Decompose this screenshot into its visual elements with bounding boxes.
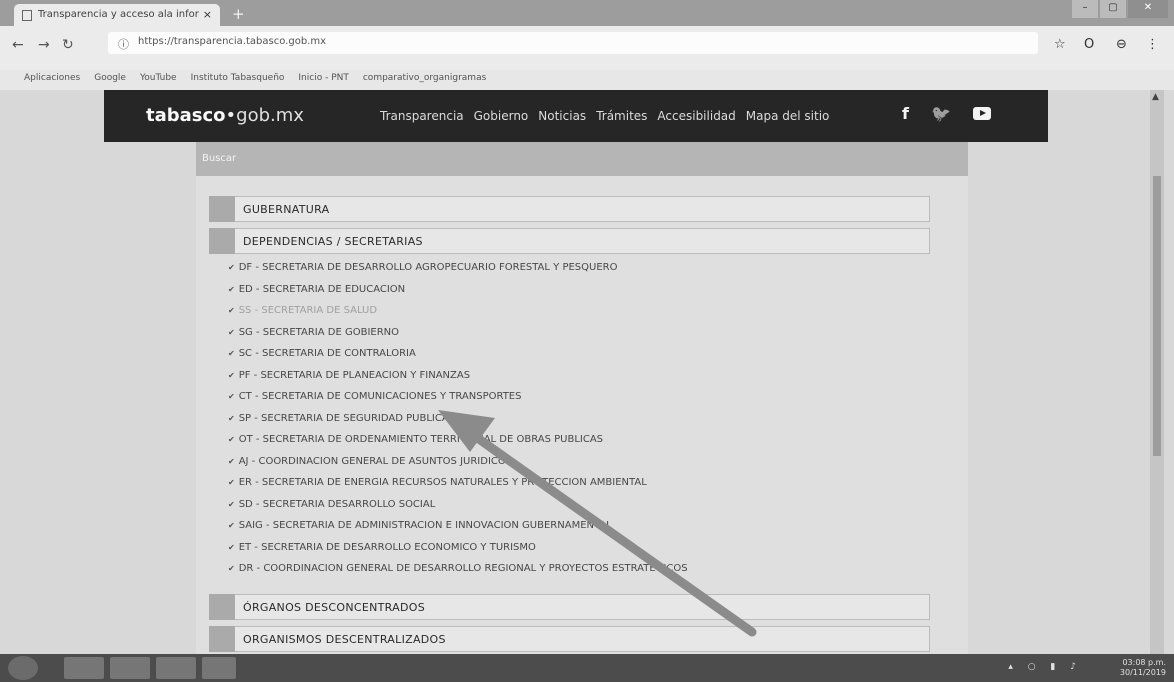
app-icon[interactable] [202, 657, 236, 679]
bookmark-item[interactable]: Aplicaciones [24, 73, 80, 90]
section-square-icon [209, 196, 235, 222]
bookmark-item[interactable]: Instituto Tabasqueño [191, 73, 285, 90]
system-tray-icons[interactable]: ▴ ○ ▮ ♪ [1008, 662, 1082, 672]
section-square-icon [209, 626, 235, 652]
list-item[interactable]: ED - SECRETARIA DE EDUCACION [228, 284, 688, 306]
section-label: GUBERNATURA [243, 203, 330, 216]
section-gubernatura[interactable]: GUBERNATURA [209, 196, 930, 222]
section-square-icon [209, 594, 235, 620]
minimize-icon[interactable]: – [1072, 0, 1098, 18]
list-item[interactable]: OT - SECRETARIA DE ORDENAMIENTO TERRITOR… [228, 434, 688, 456]
maximize-icon[interactable]: ▢ [1100, 0, 1126, 18]
menu-kebab-icon[interactable]: ⋮ [1146, 37, 1159, 52]
section-organos-desconcentrados[interactable]: ÓRGANOS DESCONCENTRADOS [209, 594, 930, 620]
file-explorer-icon[interactable] [64, 657, 104, 679]
section-label: ÓRGANOS DESCONCENTRADOS [243, 601, 425, 614]
page-viewport: tabasco•gob.mx Transparencia Gobierno No… [0, 90, 1174, 654]
logo-light-text: gob.mx [236, 105, 304, 126]
social-links: f 🐦 [902, 104, 991, 123]
list-item[interactable]: DR - COORDINACION GENERAL DE DESARROLLO … [228, 563, 688, 585]
browser-tab[interactable]: Transparencia y acceso ala infor × [14, 4, 220, 26]
window-controls: – ▢ ✕ [1072, 0, 1168, 18]
opera-extension-icon[interactable]: O [1084, 37, 1094, 52]
bookmark-item[interactable]: Google [94, 73, 126, 90]
clock-time: 03:08 p.m. [1122, 658, 1166, 667]
nav-accesibilidad[interactable]: Accesibilidad [657, 109, 735, 123]
address-bar[interactable]: ⓘ https://transparencia.tabasco.gob.mx [108, 32, 1038, 54]
taskbar: ▴ ○ ▮ ♪ 03:08 p.m. 30/11/2019 [0, 654, 1174, 682]
url-text: https://transparencia.tabasco.gob.mx [138, 36, 326, 47]
list-item[interactable]: SG - SECRETARIA DE GOBIERNO [228, 327, 688, 349]
scrollbar-thumb[interactable] [1153, 176, 1161, 456]
section-dependencias[interactable]: DEPENDENCIAS / SECRETARIAS [209, 228, 930, 254]
nav-gobierno[interactable]: Gobierno [474, 109, 529, 123]
logo-bold-text: tabasco [146, 105, 226, 126]
youtube-icon[interactable] [972, 107, 991, 120]
back-arrow-icon[interactable]: ← [12, 37, 24, 53]
chrome-icon[interactable] [110, 657, 150, 679]
forward-arrow-icon[interactable]: → [38, 37, 50, 53]
bookmark-item[interactable]: Inicio - PNT [298, 73, 348, 90]
bookmark-item[interactable]: YouTube [140, 73, 177, 90]
page-icon [22, 10, 32, 21]
browser-toolbar: ← → ↻ ⓘ https://transparencia.tabasco.go… [0, 26, 1174, 90]
nav-transparencia[interactable]: Transparencia [380, 109, 464, 123]
list-item[interactable]: PF - SECRETARIA DE PLANEACION Y FINANZAS [228, 370, 688, 392]
facebook-icon[interactable]: f [902, 104, 909, 123]
nav-noticias[interactable]: Noticias [538, 109, 586, 123]
list-item[interactable]: SP - SECRETARIA DE SEGURIDAD PUBLICA [228, 413, 688, 435]
site-logo[interactable]: tabasco•gob.mx [146, 105, 304, 126]
star-bookmark-icon[interactable]: ☆ [1054, 37, 1066, 52]
site-header: tabasco•gob.mx Transparencia Gobierno No… [104, 90, 1048, 142]
nav-mapa-del-sitio[interactable]: Mapa del sitio [746, 109, 830, 123]
list-item[interactable]: ET - SECRETARIA DE DESARROLLO ECONOMICO … [228, 542, 688, 564]
word-icon[interactable] [156, 657, 196, 679]
list-item[interactable]: DF - SECRETARIA DE DESARROLLO AGROPECUAR… [228, 262, 688, 284]
page-scrollbar[interactable]: ▲ [1150, 90, 1164, 654]
site-info-icon[interactable]: ⓘ [118, 36, 129, 52]
profile-icon[interactable]: ⊖ [1116, 37, 1127, 52]
main-nav: Transparencia Gobierno Noticias Trámites… [380, 109, 829, 123]
clock[interactable]: 03:08 p.m. 30/11/2019 [1120, 658, 1166, 678]
list-item[interactable]: SD - SECRETARIA DESARROLLO SOCIAL [228, 499, 688, 521]
scroll-up-icon[interactable]: ▲ [1152, 92, 1159, 102]
tab-close-icon[interactable]: × [203, 8, 212, 21]
reload-icon[interactable]: ↻ [62, 37, 74, 53]
list-item[interactable]: AJ - COORDINACION GENERAL DE ASUNTOS JUR… [228, 456, 688, 478]
browser-tab-strip: Transparencia y acceso ala infor × + – ▢… [0, 0, 1174, 26]
organization-list: GUBERNATURA DEPENDENCIAS / SECRETARIAS D… [196, 176, 968, 654]
start-button[interactable] [8, 656, 38, 680]
close-window-icon[interactable]: ✕ [1128, 0, 1168, 18]
logo-dot: • [225, 105, 237, 126]
list-item[interactable]: SAIG - SECRETARIA DE ADMINISTRACION E IN… [228, 520, 688, 542]
twitter-icon[interactable]: 🐦 [931, 104, 951, 123]
section-square-icon [209, 228, 235, 254]
list-item[interactable]: SS - SECRETARIA DE SALUD [228, 305, 688, 327]
list-item[interactable]: SC - SECRETARIA DE CONTRALORIA [228, 348, 688, 370]
bookmark-item[interactable]: comparativo_organigramas [363, 73, 486, 90]
dependencias-list: DF - SECRETARIA DE DESARROLLO AGROPECUAR… [228, 262, 688, 585]
section-label: DEPENDENCIAS / SECRETARIAS [243, 235, 423, 248]
clock-date: 30/11/2019 [1119, 668, 1166, 677]
list-item[interactable]: CT - SECRETARIA DE COMUNICACIONES Y TRAN… [228, 391, 688, 413]
tab-title: Transparencia y acceso ala infor [38, 9, 199, 20]
new-tab-button[interactable]: + [232, 5, 245, 23]
list-item[interactable]: ER - SECRETARIA DE ENERGIA RECURSOS NATU… [228, 477, 688, 499]
bookmarks-bar: Aplicaciones Google YouTube Instituto Ta… [0, 70, 1174, 90]
search-input[interactable]: Buscar [196, 142, 968, 176]
section-organismos-descentralizados[interactable]: ORGANISMOS DESCENTRALIZADOS [209, 626, 930, 652]
search-placeholder: Buscar [202, 153, 237, 164]
section-label: ORGANISMOS DESCENTRALIZADOS [243, 633, 446, 646]
nav-tramites[interactable]: Trámites [596, 109, 647, 123]
